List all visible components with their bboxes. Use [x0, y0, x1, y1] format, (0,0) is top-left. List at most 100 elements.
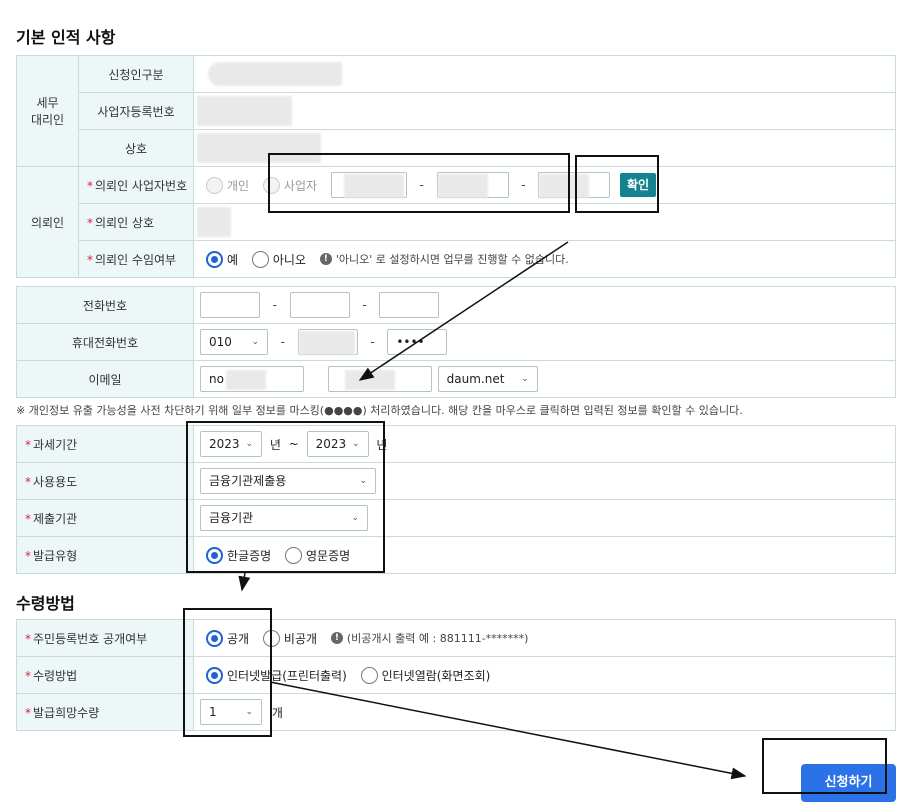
mobile-prefix-select[interactable]: 010 ⌄ — [200, 329, 268, 355]
email-domain-input[interactable] — [327, 366, 432, 392]
section-title-receive: 수령방법 — [16, 594, 75, 613]
radio-english-label: 영문증명 — [306, 548, 351, 563]
agent-name-value — [193, 129, 896, 167]
contact-table: 전화번호 - - 휴대전화번호 010 ⌄ - - •••• 이메일 no dau… — [16, 286, 896, 398]
radio-ssn-private[interactable] — [262, 629, 280, 647]
radio-ssn-public[interactable] — [206, 629, 223, 647]
delegate-bizno-part3[interactable] — [538, 172, 611, 198]
radio-accept-no-label: 아니오 — [272, 252, 306, 267]
applicant-type-label: 신청인구분 — [78, 55, 194, 93]
phone-field: - - — [193, 286, 896, 324]
required-icon: * — [25, 511, 31, 526]
radio-korean-label: 한글증명 — [227, 548, 272, 563]
email-id-input[interactable]: no — [200, 366, 304, 392]
mobile-part2[interactable] — [297, 329, 358, 355]
org-label: * 제출기관 — [16, 499, 194, 537]
year-to-unit: 년 — [376, 437, 388, 452]
qty-label: * 발급희망수량 — [16, 693, 194, 731]
dash: - — [280, 335, 285, 349]
request-table: * 과세기간 2023 ⌄ 년 ~ 2023 ⌄ 년 * 사용용도 금융기관제출용 ⌄ *… — [16, 425, 896, 574]
radio-accept-yes[interactable] — [206, 250, 223, 268]
radio-accept-no[interactable] — [251, 250, 269, 268]
accept-note: '아니오' 로 설정하시면 업무를 진행할 수 없습니다. — [335, 253, 569, 266]
agent-bizno-label: 사업자등록번호 — [78, 92, 194, 130]
year-to-select[interactable]: 2023 ⌄ — [306, 431, 369, 457]
chevron-down-icon: ⌄ — [521, 374, 529, 384]
purpose-label: * 사용용도 — [16, 462, 194, 500]
dash: - — [272, 298, 277, 312]
mobile-part3[interactable]: •••• — [387, 329, 448, 355]
radio-ssn-private-label: 비공개 — [283, 631, 318, 646]
delegate-accept-field: 예 아니오 ! '아니오' 로 설정하시면 업무를 진행할 수 없습니다. — [193, 240, 896, 278]
ssn-field: 공개 비공개 ! (비공개시 출력 예 : 881111-*******) — [193, 619, 896, 657]
radio-individual-label: 개인 — [227, 178, 250, 193]
delegate-bizno-label: * 의뢰인 사업자번호 — [78, 166, 194, 204]
receive-table: * 주민등록번호 공개여부 공개 비공개 ! (비공개시 출력 예 : 881111… — [16, 619, 896, 731]
phone-part1[interactable] — [200, 292, 260, 318]
email-label: 이메일 — [16, 360, 194, 398]
chevron-down-icon: ⌄ — [251, 337, 259, 347]
radio-english[interactable] — [285, 546, 302, 564]
phone-part2[interactable] — [289, 292, 350, 318]
required-icon: * — [25, 474, 31, 489]
radio-method-print[interactable] — [206, 666, 223, 684]
required-icon: * — [25, 548, 31, 563]
period-tilde: ~ — [288, 437, 299, 451]
info-circle-icon: ! — [330, 632, 343, 644]
required-icon: * — [25, 631, 31, 646]
phone-part3[interactable] — [379, 292, 440, 318]
method-field: 인터넷발급(프린터출력) 인터넷열람(화면조회) — [193, 656, 896, 694]
radio-method-view-label: 인터넷열람(화면조회) — [381, 668, 491, 683]
confirm-button[interactable]: 확인 — [620, 173, 657, 197]
chevron-down-icon: ⌄ — [245, 439, 253, 449]
email-domain-select[interactable]: daum.net ⌄ — [437, 366, 538, 392]
delegate-accept-label: * 의뢰인 수임여부 — [78, 240, 194, 278]
ssn-label: * 주민등록번호 공개여부 — [16, 619, 194, 657]
delegate-group-label: 의뢰인 — [16, 166, 79, 278]
chevron-down-icon: ⌄ — [245, 707, 253, 717]
dash: - — [370, 335, 375, 349]
masking-notice: ※ 개인정보 유출 가능성을 사전 차단하기 위해 일부 정보를 마스킹(●●●… — [16, 404, 743, 417]
required-icon: * — [25, 705, 31, 720]
radio-accept-yes-label: 예 — [227, 252, 239, 267]
required-icon: * — [87, 252, 93, 267]
year-from-unit: 년 — [269, 437, 281, 452]
apply-button[interactable]: 신청하기 — [801, 764, 896, 802]
org-field: 금융기관 ⌄ — [193, 499, 896, 537]
mobile-label: 휴대전화번호 — [16, 323, 194, 361]
radio-method-print-label: 인터넷발급(프린터출력) — [227, 668, 347, 683]
delegate-bizno-part1[interactable] — [330, 172, 407, 198]
dash: - — [362, 298, 367, 312]
radio-business[interactable] — [262, 176, 280, 194]
issue-type-field: 한글증명 영문증명 — [193, 536, 896, 574]
issue-type-label: * 발급유형 — [16, 536, 194, 574]
year-from-select[interactable]: 2023 ⌄ — [200, 431, 262, 457]
radio-method-view[interactable] — [360, 666, 378, 684]
delegate-name-value — [193, 203, 896, 241]
delegate-bizno-part2[interactable] — [436, 172, 509, 198]
purpose-select[interactable]: 금융기관제출용 ⌄ — [200, 468, 376, 494]
dash: - — [521, 178, 526, 192]
radio-ssn-public-label: 공개 — [227, 631, 250, 646]
qty-unit: 개 — [271, 705, 283, 720]
radio-korean[interactable] — [206, 546, 223, 564]
org-select[interactable]: 금융기관 ⌄ — [200, 505, 368, 531]
radio-individual[interactable] — [206, 176, 223, 194]
qty-select[interactable]: 1 ⌄ — [200, 699, 262, 725]
required-icon: * — [87, 178, 93, 193]
delegate-name-label: * 의뢰인 상호 — [78, 203, 194, 241]
email-field: no daum.net ⌄ — [193, 360, 896, 398]
chevron-down-icon: ⌄ — [352, 439, 360, 449]
period-field: 2023 ⌄ 년 ~ 2023 ⌄ 년 — [193, 425, 896, 463]
qty-field: 1 ⌄ 개 — [193, 693, 896, 731]
required-icon: * — [25, 668, 31, 683]
ssn-note: (비공개시 출력 예 : 881111-*******) — [346, 632, 529, 645]
chevron-down-icon: ⌄ — [351, 513, 359, 523]
mobile-field: 010 ⌄ - - •••• — [193, 323, 896, 361]
purpose-field: 금융기관제출용 ⌄ — [193, 462, 896, 500]
chevron-down-icon: ⌄ — [359, 476, 367, 486]
required-icon: * — [87, 215, 93, 230]
section-title-basic: 기본 인적 사항 — [16, 28, 116, 47]
applicant-type-value — [193, 55, 896, 93]
required-icon: * — [25, 437, 31, 452]
